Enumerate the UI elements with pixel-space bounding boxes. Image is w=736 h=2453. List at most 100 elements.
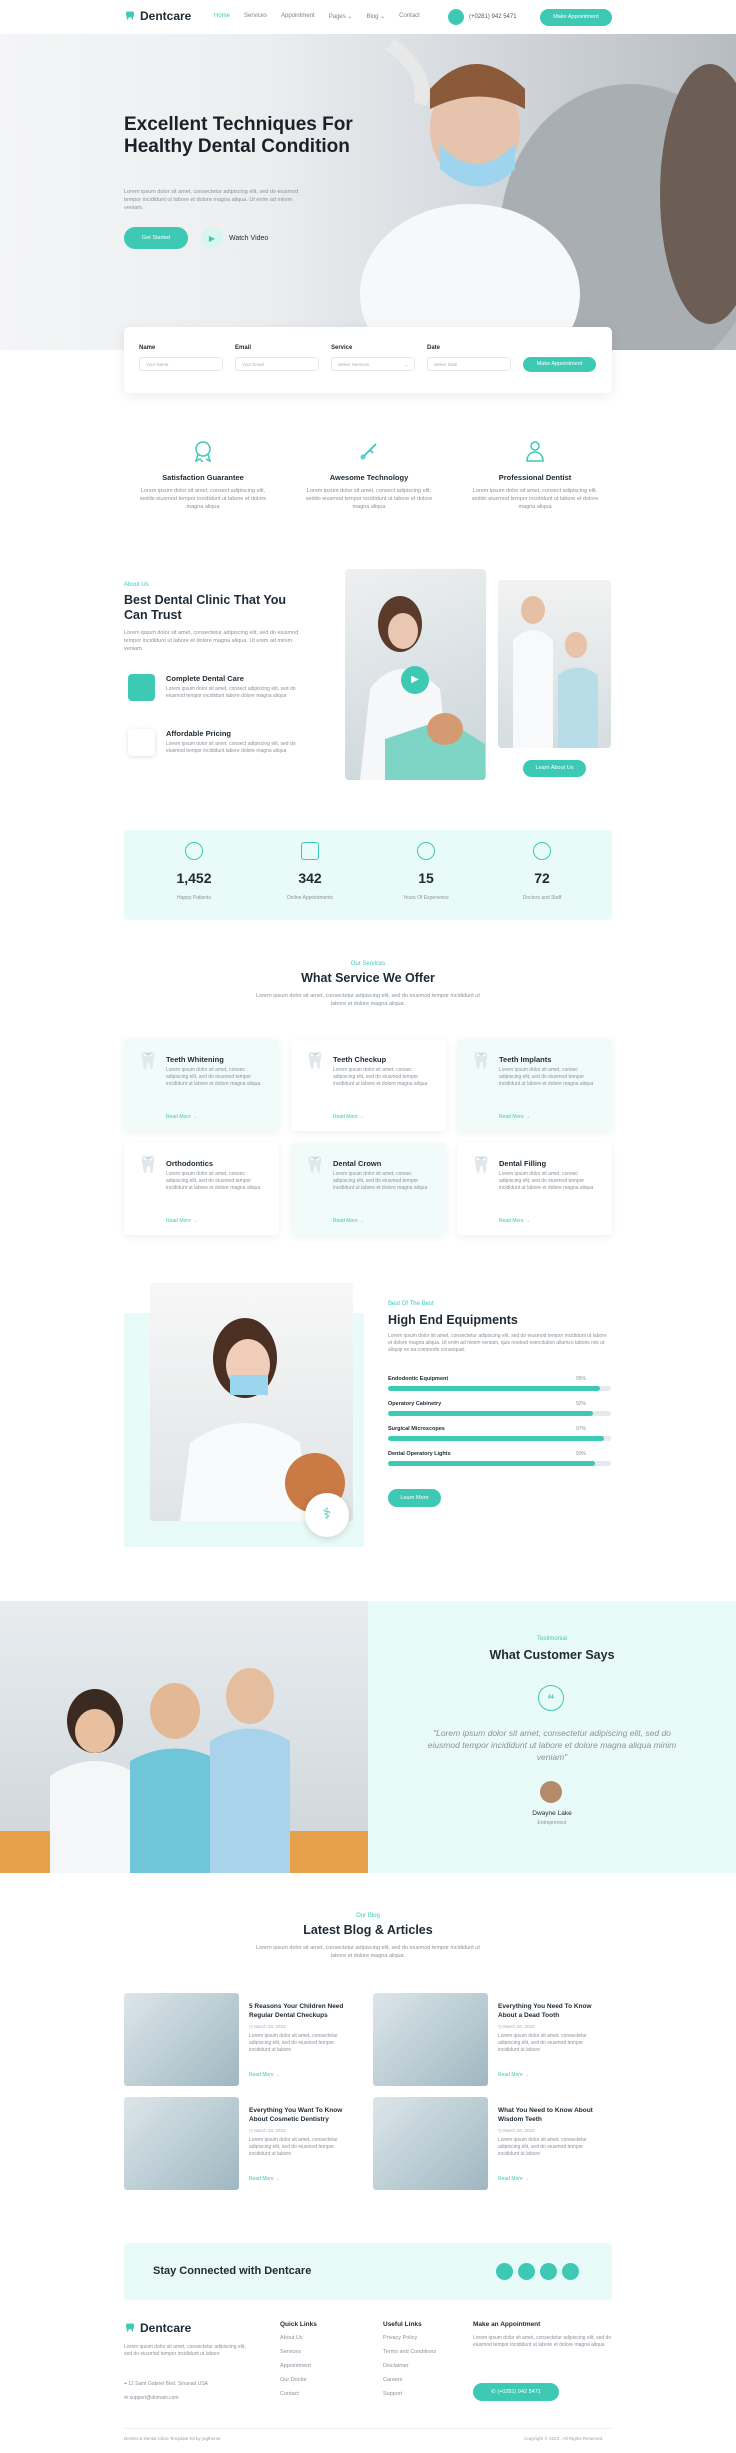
footer-about: Lorem ipsum dolor sit amet, consectetur … — [124, 2344, 246, 2357]
read-more-link[interactable]: Read More → — [249, 2072, 280, 2078]
blog-text: Lorem ipsum dolor sit amet, consectetur … — [256, 1945, 480, 1959]
read-more-link[interactable]: Read More → — [498, 2072, 529, 2078]
service-card[interactable]: 🦷 Teeth Implants Lorem ipsum dolor sit ame… — [457, 1039, 612, 1131]
blog-post-date-value: March 20, 2023 — [503, 2128, 535, 2133]
read-more-link[interactable]: Read More → — [498, 2176, 529, 2182]
calendar-icon: ◷ — [249, 2128, 253, 2133]
stat-label: Years Of Experience — [403, 895, 449, 901]
feature-technology: Awesome Technology Lorem ipsum dolor sit… — [304, 440, 434, 511]
email-input[interactable]: Your Email — [235, 357, 319, 371]
footer-link[interactable]: Careers — [383, 2377, 436, 2383]
footer-email[interactable]: ✉ support@domain.com — [124, 2395, 179, 2401]
service-title: Teeth Checkup — [333, 1055, 387, 1064]
date-input[interactable]: Select Date — [427, 357, 511, 371]
blog-post-title[interactable]: 5 Reasons Your Children Need Regular Den… — [249, 2003, 359, 2020]
play-video-icon[interactable]: ▶ — [401, 666, 429, 694]
blog-post-title[interactable]: What You Need to Know About Wisdom Teeth — [498, 2107, 608, 2124]
testimonial-title: What Customer Says — [489, 1648, 615, 1662]
nav-appointment-button[interactable]: Make Appointment — [540, 9, 612, 26]
testimonial-section: Testimonial What Customer Says “ "Lorem … — [368, 1601, 736, 1873]
stat-value: 15 — [418, 870, 434, 886]
blog-post-date-value: March 20, 2023 — [503, 2024, 535, 2029]
read-more-link[interactable]: Read More → — [499, 1114, 530, 1120]
date-label: Date — [427, 345, 441, 351]
blog-post-title[interactable]: Everything You Want To Know About Cosmet… — [249, 2107, 359, 2124]
instagram-icon[interactable] — [540, 2263, 557, 2280]
footer-link[interactable]: Support — [383, 2391, 436, 2397]
stat-item: 1,452 Happy Patients — [149, 842, 239, 904]
footer-logo[interactable]: Dentcare — [124, 2321, 191, 2335]
tooth-icon: 🦷 — [138, 1053, 158, 1070]
logo[interactable]: Dentcare — [124, 9, 191, 23]
calendar-icon: ◷ — [498, 2024, 502, 2029]
menu-item-services[interactable]: Services — [244, 13, 267, 20]
service-card[interactable]: 🦷 Orthodontics Lorem ipsum dolor sit amet,… — [124, 1143, 279, 1235]
get-started-button[interactable]: Get Started — [124, 227, 188, 249]
service-select[interactable]: Select Services ⌄ — [331, 357, 415, 371]
main-menu: Home Services Appointment Pages ⌄ Blog ⌄… — [214, 13, 420, 20]
watch-video-button[interactable]: ▶ Watch Video — [201, 227, 268, 249]
progress-bar — [388, 1436, 611, 1441]
footer-link[interactable]: Disclaimer — [383, 2363, 436, 2369]
menu-item-blog[interactable]: Blog ⌄ — [366, 13, 385, 20]
youtube-icon[interactable] — [562, 2263, 579, 2280]
read-more-link[interactable]: Read More → — [333, 1218, 364, 1224]
form-submit-button[interactable]: Make Appointment — [523, 357, 596, 372]
read-more-link[interactable]: Read More → — [249, 2176, 280, 2182]
implant-icon: 🦷 — [471, 1053, 491, 1070]
hero-text: Lorem ipsum dolor sit amet, consectetur … — [124, 189, 299, 211]
service-card[interactable]: 🦷 Teeth Checkup Lorem ipsum dolor sit amet… — [291, 1039, 446, 1131]
services-title: What Service We Offer — [301, 971, 435, 985]
footer-link[interactable]: Our Doctor — [280, 2377, 317, 2383]
blog-post[interactable]: Everything You Need To Know About a Dead… — [373, 1993, 608, 2086]
read-more-link[interactable]: Read More → — [333, 1114, 364, 1120]
footer-link[interactable]: Services — [280, 2349, 317, 2355]
blog-post[interactable]: What You Need to Know About Wisdom Teeth… — [373, 2097, 608, 2190]
blog-post-title[interactable]: Everything You Need To Know About a Dead… — [498, 2003, 608, 2020]
name-input[interactable]: Your Name — [139, 357, 223, 371]
blog-post[interactable]: 5 Reasons Your Children Need Regular Den… — [124, 1993, 359, 2086]
footer-divider — [124, 2428, 612, 2429]
about-photo-side — [498, 580, 611, 748]
facebook-icon[interactable] — [496, 2263, 513, 2280]
equipment-title: High End Equipments — [388, 1313, 518, 1327]
blog-post-date: ◷ March 20, 2023 — [498, 2128, 534, 2134]
service-card[interactable]: 🦷 Dental Crown Lorem ipsum dolor sit amet,… — [291, 1143, 446, 1235]
about-item-title: Complete Dental Care — [166, 674, 244, 683]
footer-link[interactable]: Terms and Conditions — [383, 2349, 436, 2355]
read-more-link[interactable]: Read More → — [166, 1218, 197, 1224]
service-card[interactable]: 🦷 Dental Filling Lorem ipsum dolor sit ame… — [457, 1143, 612, 1235]
tooth-icon — [126, 2323, 134, 2332]
about-photo-main: ▶ — [345, 569, 486, 780]
crown-icon: 🦷 — [305, 1157, 325, 1174]
read-more-link[interactable]: Read More → — [166, 1114, 197, 1120]
blog-post[interactable]: Everything You Want To Know About Cosmet… — [124, 2097, 359, 2190]
dental-team-photo — [0, 1668, 368, 1873]
service-text: Lorem ipsum dolor sit amet, consec adipi… — [333, 1067, 428, 1087]
blog-image — [373, 1993, 488, 2086]
arrow-right-icon: → — [275, 2072, 281, 2078]
menu-item-home[interactable]: Home — [214, 13, 230, 20]
read-more-link[interactable]: Read More → — [499, 1218, 530, 1224]
learn-more-button[interactable]: Learn More — [388, 1489, 441, 1507]
footer-phone-number: (+0281) 942 5471 — [497, 2389, 541, 2395]
menu-item-pages[interactable]: Pages ⌄ — [329, 13, 353, 20]
dentist-photo — [180, 1318, 345, 1521]
calendar-icon: ◷ — [249, 2024, 253, 2029]
testimonial-quote: "Lorem ipsum dolor sit amet, consectetur… — [427, 1728, 677, 1762]
footer-address: ⌖ 12 Saint Gabriel Blvd, Sinanad USA — [124, 2381, 208, 2387]
footer-link[interactable]: About Us — [280, 2335, 317, 2341]
footer-link[interactable]: Privacy Policy — [383, 2335, 436, 2341]
learn-about-button[interactable]: Learn About Us — [523, 760, 586, 777]
nav-phone[interactable]: (+0281) 942 5471 — [448, 9, 517, 25]
footer-link[interactable]: Appointment — [280, 2363, 317, 2369]
footer-phone-button[interactable]: ✆ (+0281) 942 5471 — [473, 2383, 559, 2401]
dentist-hero-photo — [360, 38, 736, 350]
menu-item-contact[interactable]: Contact — [399, 13, 420, 20]
blog-title: Latest Blog & Articles — [303, 1923, 433, 1937]
service-card[interactable]: 🦷 Teeth Whitening Lorem ipsum dolor sit am… — [124, 1039, 279, 1131]
footer-link[interactable]: Contact — [280, 2391, 317, 2397]
feature-title: Awesome Technology — [329, 473, 409, 482]
twitter-icon[interactable] — [518, 2263, 535, 2280]
menu-item-appointment[interactable]: Appointment — [281, 13, 315, 20]
